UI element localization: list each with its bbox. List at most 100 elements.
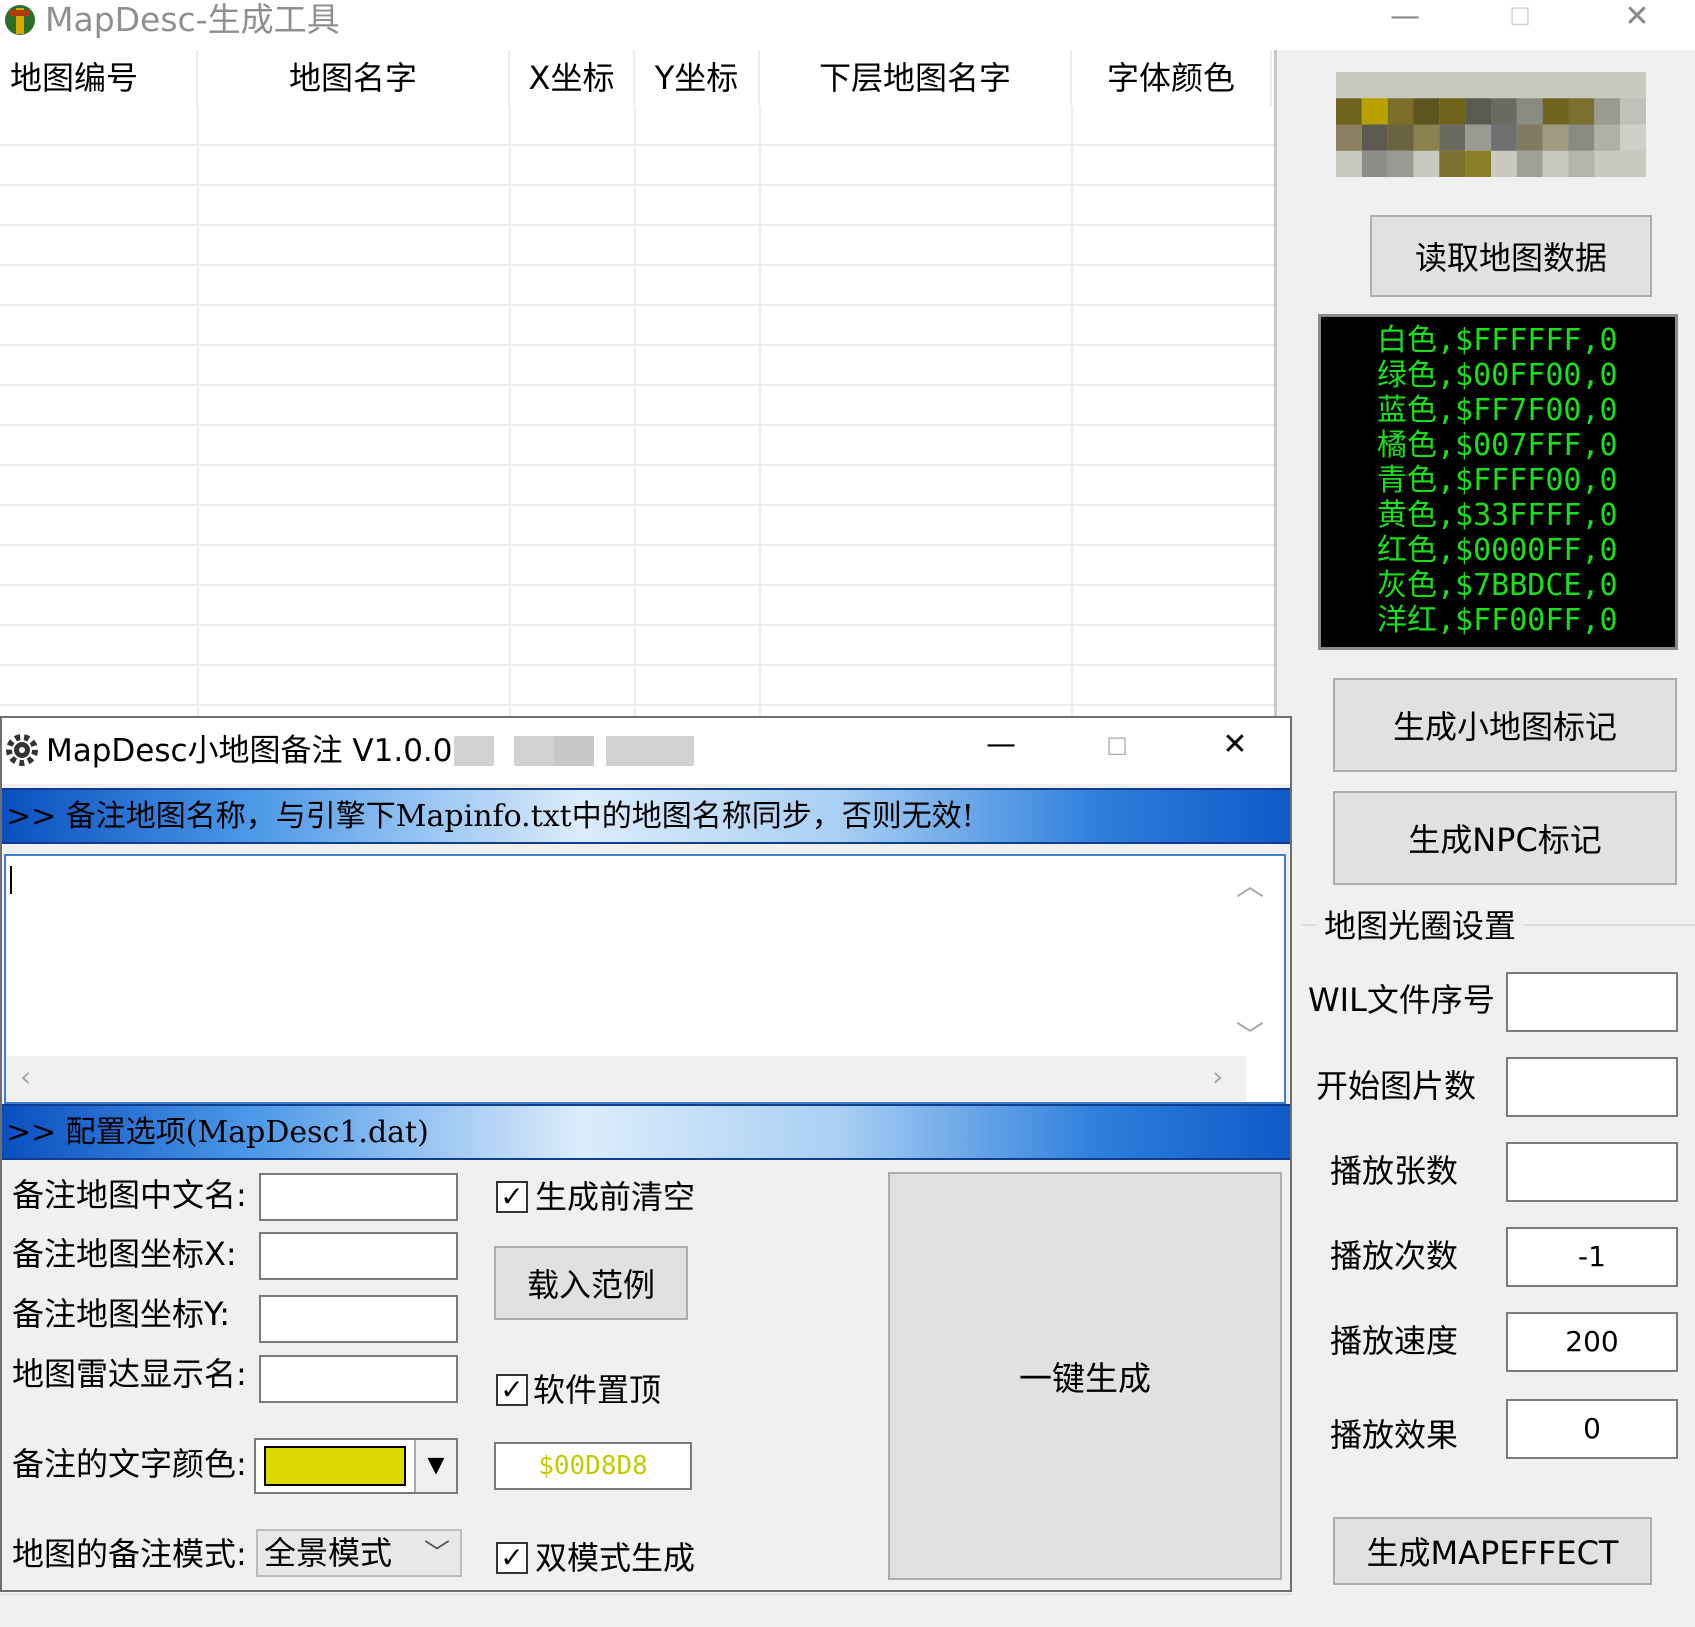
generate-mapeffect-button[interactable]: 生成MAPEFFECT [1333,1517,1652,1585]
dialog-minimize-button[interactable]: — [976,728,1026,764]
always-on-top-checkbox[interactable]: ✓ [496,1374,528,1406]
grid-row-line [0,584,1274,586]
generate-npc-mark-button[interactable]: 生成NPC标记 [1333,791,1677,885]
coord-y-label: 备注地图坐标Y: [12,1295,231,1333]
scroll-down-icon[interactable]: ﹀ [1236,1014,1264,1054]
close-button[interactable]: ✕ [1612,0,1662,36]
blurred-avatar-image [1336,72,1646,177]
play-count-input[interactable] [1506,1142,1678,1202]
cn-name-label: 备注地图中文名: [12,1176,247,1214]
color-list-item[interactable]: 灰色,$7BBDCE,0 [1377,568,1675,603]
color-list-item[interactable]: 绿色,$00FF00,0 [1377,358,1675,393]
dialog-close-button[interactable]: ✕ [1210,728,1260,764]
column-header-x[interactable]: X坐标 [510,50,635,106]
grid-col-line [1071,106,1073,720]
color-swatch [264,1446,406,1486]
notes-banner: >> 备注地图名称，与引擎下Mapinfo.txt中的地图名称同步，否则无效! [2,788,1290,844]
grid-row-line [0,664,1274,666]
play-speed-input[interactable]: 200 [1506,1312,1678,1372]
grid-col-line [197,106,199,720]
coord-y-input[interactable] [259,1295,458,1343]
clear-before-checkbox[interactable]: ✓ [496,1181,528,1213]
grid-row-line [0,544,1274,546]
gear-icon [6,734,38,766]
play-speed-label: 播放速度 [1330,1322,1459,1360]
halo-settings-title: 地图光圈设置 [1316,904,1525,948]
wil-file-index-input[interactable] [1506,972,1678,1032]
main-window-bottom-strip [0,1594,1292,1627]
radar-name-label: 地图雷达显示名: [12,1355,247,1393]
coord-x-input[interactable] [259,1232,458,1280]
map-data-grid[interactable]: 地图编号 地图名字 X坐标 Y坐标 下层地图名字 字体颜色 [0,50,1277,720]
grid-row-line [0,144,1274,146]
column-header-map-name[interactable]: 地图名字 [198,50,510,106]
grid-col-line [759,106,761,720]
app-logo-icon [5,5,35,35]
grid-row-line [0,304,1274,306]
grid-row-line [0,184,1274,186]
load-example-button[interactable]: 载入范例 [494,1246,688,1320]
grid-col-line [634,106,636,720]
config-banner: >> 配置选项(MapDesc1.dat) [2,1104,1290,1160]
dialog-maximize-button[interactable]: ☐ [1092,730,1142,766]
column-header-map-id[interactable]: 地图编号 [0,50,198,106]
always-on-top-label[interactable]: 软件置顶 [533,1368,661,1412]
blurred-text [514,736,554,766]
read-map-data-button[interactable]: 读取地图数据 [1370,215,1652,297]
scroll-right-icon[interactable]: › [1212,1060,1223,1093]
clear-before-label[interactable]: 生成前清空 [535,1175,695,1219]
column-header-font-color[interactable]: 字体颜色 [1072,50,1272,106]
play-effect-label: 播放效果 [1330,1416,1459,1454]
play-times-label: 播放次数 [1330,1237,1459,1275]
color-list-item[interactable]: 蓝色,$FF7F00,0 [1377,393,1675,428]
grid-row-line [0,504,1274,506]
grid-row-line [0,384,1274,386]
play-times-input[interactable]: -1 [1506,1227,1678,1287]
wil-file-index-label: WIL文件序号 [1308,981,1495,1019]
dual-mode-label[interactable]: 双模式生成 [535,1536,695,1580]
generate-minimap-mark-button[interactable]: 生成小地图标记 [1333,678,1677,772]
color-list-item[interactable]: 红色,$0000FF,0 [1377,533,1675,568]
grid-row-line [0,624,1274,626]
dialog-title: MapDesc小地图备注 V1.0.0.0 [46,733,483,769]
horizontal-scrollbar[interactable]: ‹ › [6,1056,1246,1102]
grid-row-line [0,424,1274,426]
text-color-dropdown[interactable]: ▼ [254,1438,458,1494]
play-count-label: 播放张数 [1330,1152,1459,1190]
chevron-down-icon: ﹀ [424,1539,451,1569]
radar-name-input[interactable] [259,1355,458,1403]
color-list-item[interactable]: 橘色,$007FFF,0 [1377,428,1675,463]
column-header-sub-map-name[interactable]: 下层地图名字 [760,50,1072,106]
minimize-button[interactable]: — [1380,0,1430,36]
color-list-item[interactable]: 洋红,$FF00FF,0 [1377,603,1675,638]
color-list-item[interactable]: 青色,$FFFF00,0 [1377,463,1675,498]
coord-x-label: 备注地图坐标X: [12,1235,237,1273]
color-list[interactable]: 白色,$FFFFFF,0 绿色,$00FF00,0 蓝色,$FF7F00,0 橘… [1318,314,1678,650]
window-title: MapDesc-生成工具 [45,0,340,39]
grid-col-line [509,106,511,720]
color-code-field[interactable]: $00D8D8 [494,1442,692,1490]
blurred-text [554,736,594,766]
dialog-titlebar: MapDesc小地图备注 V1.0.0.0 — ☐ ✕ [2,718,1290,784]
dropdown-arrow-icon[interactable]: ▼ [414,1440,456,1492]
main-titlebar: MapDesc-生成工具 — ☐ ✕ [0,0,1695,50]
note-mode-label: 地图的备注模式: [12,1535,247,1573]
dual-mode-checkbox[interactable]: ✓ [496,1542,528,1574]
column-header-y[interactable]: Y坐标 [635,50,760,106]
start-image-input[interactable] [1506,1057,1678,1117]
color-list-item[interactable]: 白色,$FFFFFF,0 [1377,323,1675,358]
grid-row-line [0,704,1274,706]
notes-textarea[interactable]: ︿ ﹀ ‹ › [4,854,1286,1104]
grid-row-line [0,224,1274,226]
start-image-label: 开始图片数 [1316,1067,1477,1105]
play-effect-input[interactable]: 0 [1506,1399,1678,1459]
scroll-up-icon[interactable]: ︿ [1236,864,1264,904]
cn-name-input[interactable] [259,1173,458,1221]
one-click-generate-button[interactable]: 一键生成 [888,1172,1282,1580]
grid-row-line [0,344,1274,346]
color-list-item[interactable]: 黄色,$33FFFF,0 [1377,498,1675,533]
maximize-button[interactable]: ☐ [1495,0,1545,36]
note-mode-select[interactable]: 全景模式 ﹀ [256,1529,462,1577]
scroll-left-icon[interactable]: ‹ [20,1060,31,1093]
text-color-label: 备注的文字颜色: [12,1445,247,1483]
